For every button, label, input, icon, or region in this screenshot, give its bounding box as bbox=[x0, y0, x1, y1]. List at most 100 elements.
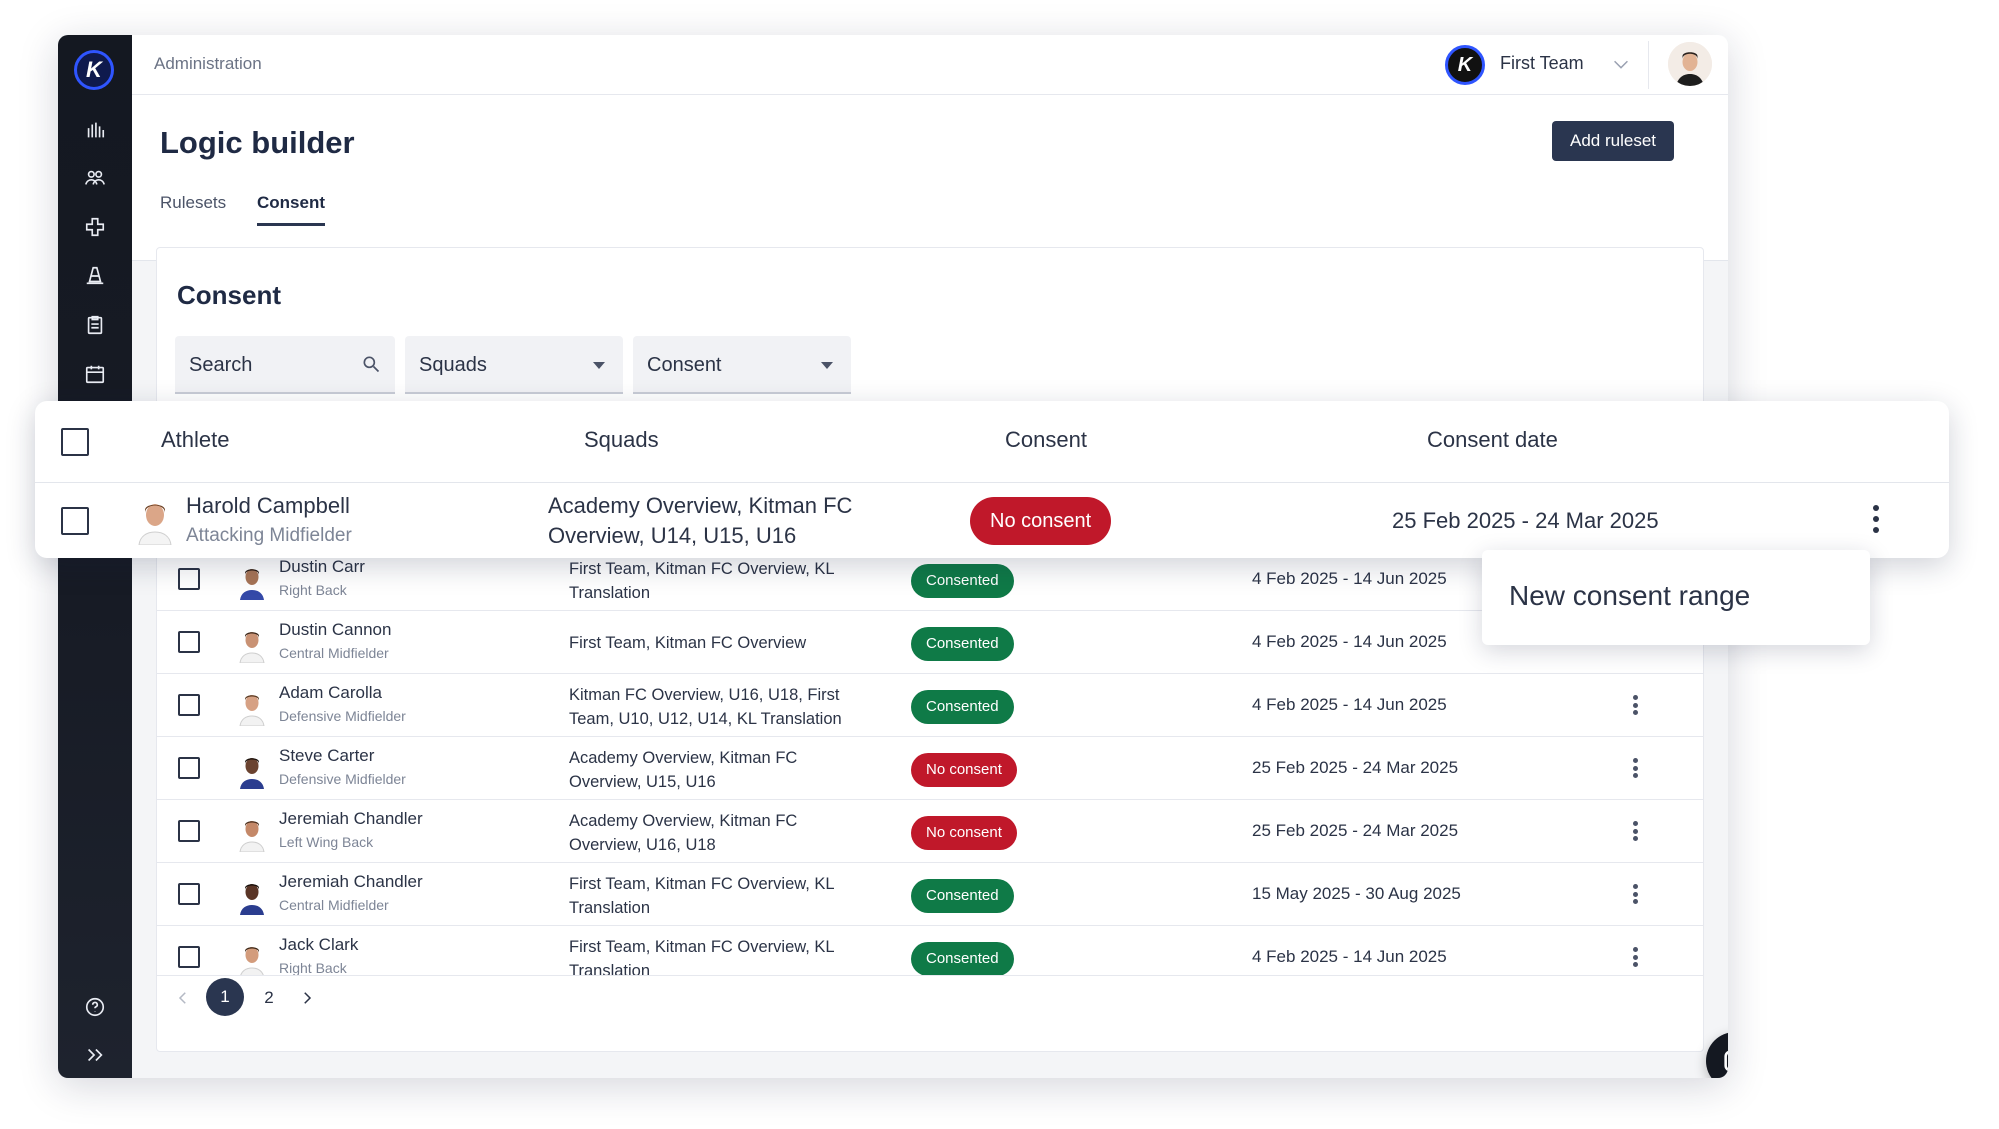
row-checkbox[interactable] bbox=[178, 757, 200, 779]
athlete-squads: Academy Overview, Kitman FC Overview, U1… bbox=[569, 812, 798, 854]
athlete-position: Attacking Midfielder bbox=[186, 525, 352, 546]
column-header-squads[interactable]: Squads bbox=[584, 427, 659, 453]
team-logo[interactable]: K bbox=[1445, 45, 1485, 85]
chevron-left-icon[interactable] bbox=[171, 978, 195, 1018]
table-row[interactable]: Jack Clark Right Back First Team, Kitman… bbox=[157, 926, 1703, 976]
consent-status-badge: Consented bbox=[911, 690, 1014, 724]
athlete-squads: First Team, Kitman FC Overview, KL Trans… bbox=[569, 938, 834, 976]
more-options-icon[interactable] bbox=[1625, 944, 1645, 970]
table-row[interactable]: Steve Carter Defensive Midfielder Academ… bbox=[157, 737, 1703, 800]
row-checkbox[interactable] bbox=[178, 883, 200, 905]
athlete-position: Right Back bbox=[279, 960, 347, 976]
more-options-icon[interactable] bbox=[1625, 818, 1645, 844]
consent-date: 4 Feb 2025 - 14 Jun 2025 bbox=[1252, 632, 1447, 651]
row-checkbox[interactable] bbox=[178, 946, 200, 968]
row-context-menu: New consent range bbox=[1482, 550, 1870, 645]
table-row[interactable]: Adam Carolla Defensive Midfielder Kitman… bbox=[157, 674, 1703, 737]
tab-rulesets[interactable]: Rulesets bbox=[160, 193, 226, 223]
column-header-athlete[interactable]: Athlete bbox=[161, 427, 230, 453]
top-bar: Administration K First Team bbox=[132, 35, 1728, 95]
row-checkbox[interactable] bbox=[178, 820, 200, 842]
table-header: Athlete Squads Consent Consent date bbox=[35, 401, 1949, 483]
athlete-name[interactable]: Adam Carolla bbox=[279, 683, 382, 703]
table-row[interactable]: Jeremiah Chandler Central Midfielder Fir… bbox=[157, 863, 1703, 926]
athlete-avatar bbox=[239, 695, 265, 726]
highlighted-table: Athlete Squads Consent Consent date Haro… bbox=[35, 401, 1949, 558]
athlete-squads: Academy Overview, Kitman FC Overview, U1… bbox=[569, 749, 798, 791]
consent-status-badge: No consent bbox=[970, 497, 1112, 545]
athlete-name[interactable]: Jack Clark bbox=[279, 935, 358, 955]
athlete-avatar bbox=[138, 504, 172, 545]
page-button-current[interactable]: 1 bbox=[206, 978, 244, 1016]
search-input[interactable]: Search bbox=[175, 336, 395, 394]
athlete-avatar bbox=[239, 821, 265, 852]
consent-date: 4 Feb 2025 - 14 Jun 2025 bbox=[1252, 947, 1447, 966]
breadcrumb: Administration bbox=[154, 54, 262, 73]
page-header: Logic builder Add ruleset Rulesets Conse… bbox=[132, 95, 1728, 261]
athlete-avatar bbox=[240, 758, 264, 789]
row-checkbox[interactable] bbox=[61, 507, 89, 535]
user-avatar[interactable] bbox=[1668, 42, 1712, 86]
consent-dropdown[interactable]: Consent bbox=[633, 336, 851, 394]
forms-clipboard-icon[interactable] bbox=[80, 310, 110, 340]
consent-status-badge: Consented bbox=[911, 627, 1014, 661]
athlete-position: Defensive Midfielder bbox=[279, 708, 406, 724]
analytics-icon[interactable] bbox=[80, 115, 110, 145]
athlete-position: Defensive Midfielder bbox=[279, 771, 406, 787]
athlete-name[interactable]: Jeremiah Chandler bbox=[279, 809, 423, 829]
athlete-avatar bbox=[240, 884, 264, 915]
athlete-name[interactable]: Dustin Carr bbox=[279, 557, 365, 577]
athlete-name[interactable]: Harold Campbell bbox=[186, 493, 350, 519]
more-options-icon[interactable] bbox=[1625, 692, 1645, 718]
more-options-icon[interactable] bbox=[1625, 755, 1645, 781]
consent-date: 4 Feb 2025 - 14 Jun 2025 bbox=[1252, 695, 1447, 714]
consent-status-badge: Consented bbox=[911, 942, 1014, 975]
consent-status-badge: No consent bbox=[911, 753, 1017, 787]
consent-date: 25 Feb 2025 - 24 Mar 2025 bbox=[1252, 758, 1459, 777]
add-ruleset-button[interactable]: Add ruleset bbox=[1552, 121, 1674, 161]
column-header-consent[interactable]: Consent bbox=[1005, 427, 1087, 453]
athlete-name[interactable]: Steve Carter bbox=[279, 746, 374, 766]
squads-dropdown[interactable]: Squads bbox=[405, 336, 623, 394]
consent-status-badge: Consented bbox=[911, 564, 1014, 598]
tab-consent[interactable]: Consent bbox=[257, 193, 325, 226]
caret-down-icon bbox=[821, 362, 833, 369]
athlete-avatar bbox=[240, 947, 264, 975]
squads-dropdown-label: Squads bbox=[419, 354, 487, 376]
training-cone-icon[interactable] bbox=[80, 261, 110, 291]
row-checkbox[interactable] bbox=[178, 568, 200, 590]
athlete-avatar bbox=[239, 632, 265, 663]
menu-item-new-consent-range[interactable]: New consent range bbox=[1509, 580, 1750, 612]
chat-support-button[interactable] bbox=[1706, 1032, 1728, 1078]
table-row[interactable]: Dustin Cannon Central Midfielder First T… bbox=[157, 611, 1703, 674]
row-checkbox[interactable] bbox=[178, 631, 200, 653]
athlete-name[interactable]: Dustin Cannon bbox=[279, 620, 391, 640]
calendar-icon[interactable] bbox=[80, 359, 110, 389]
more-options-icon[interactable] bbox=[1869, 505, 1883, 533]
athlete-position: Left Wing Back bbox=[279, 834, 374, 850]
page-button[interactable]: 2 bbox=[255, 978, 283, 1018]
consent-card: Consent Search Squads Consent Dustin Car… bbox=[156, 247, 1704, 1052]
consent-date: 15 May 2025 - 30 Aug 2025 bbox=[1252, 884, 1461, 903]
team-selector-label[interactable]: First Team bbox=[1500, 53, 1584, 74]
column-header-consent-date[interactable]: Consent date bbox=[1427, 427, 1558, 453]
select-all-checkbox[interactable] bbox=[61, 428, 89, 456]
consent-status-badge: No consent bbox=[911, 816, 1017, 850]
table-row[interactable]: Jeremiah Chandler Left Wing Back Academy… bbox=[157, 800, 1703, 863]
athlete-name[interactable]: Jeremiah Chandler bbox=[279, 872, 423, 892]
row-checkbox[interactable] bbox=[178, 694, 200, 716]
chevron-right-icon[interactable] bbox=[295, 978, 319, 1018]
athletes-icon[interactable] bbox=[80, 163, 110, 193]
card-title: Consent bbox=[177, 280, 281, 310]
chevron-down-icon[interactable] bbox=[1610, 53, 1632, 75]
help-icon[interactable] bbox=[80, 992, 110, 1022]
athlete-position: Right Back bbox=[279, 582, 347, 598]
consent-date: 25 Feb 2025 - 24 Mar 2025 bbox=[1392, 508, 1659, 533]
kitman-logo[interactable]: K bbox=[74, 50, 114, 90]
medical-icon[interactable] bbox=[80, 212, 110, 242]
consent-date: 25 Feb 2025 - 24 Mar 2025 bbox=[1252, 821, 1459, 840]
athlete-squads: Kitman FC Overview, U16, U18, First Team… bbox=[569, 686, 842, 728]
expand-sidebar-icon[interactable] bbox=[80, 1040, 110, 1070]
consent-date: 4 Feb 2025 - 14 Jun 2025 bbox=[1252, 569, 1447, 588]
more-options-icon[interactable] bbox=[1625, 881, 1645, 907]
